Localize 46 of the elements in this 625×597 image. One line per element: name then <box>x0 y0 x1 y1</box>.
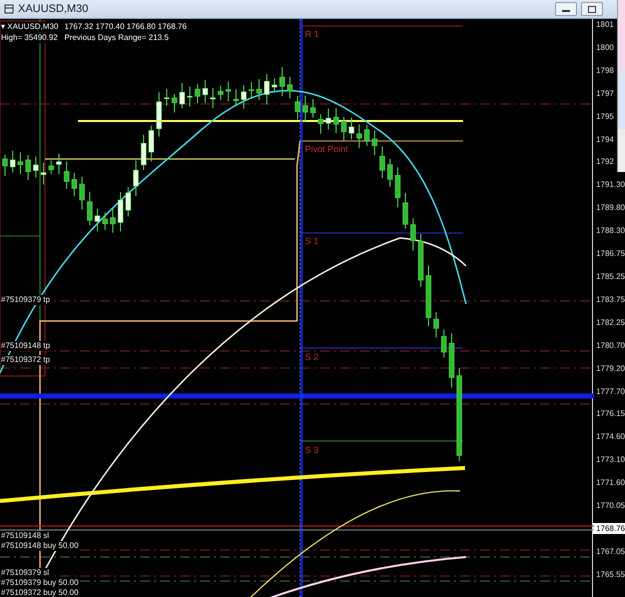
price-axis-label: 1801 <box>595 19 615 30</box>
pivot-level-label: S 1 <box>305 236 319 246</box>
pivot-level-label: S 2 <box>305 352 319 362</box>
price-axis-label: 1776.15 <box>595 408 625 420</box>
pivot-level-label: Pivot Point <box>305 144 348 154</box>
price-axis-label: 1798 <box>595 64 615 76</box>
price-axis-label: 1783.75 <box>595 294 625 305</box>
price-axis-label: 1777.70 <box>595 386 625 396</box>
price-axis-label: 1773.10 <box>595 454 625 466</box>
price-axis-label: 1767.05 <box>595 546 625 557</box>
price-axis-label: 1800 <box>595 42 615 53</box>
price-axis-label: 1791.30 <box>595 179 625 190</box>
order-label: #75109372 tp <box>1 355 50 365</box>
minimize-button[interactable] <box>555 2 577 16</box>
price-axis-label: 1780.70 <box>595 340 625 351</box>
ohlc-values: 1767.32 1770.40 1766.80 1768.76 <box>64 22 187 32</box>
order-label: #75109379 sl <box>1 568 50 578</box>
chart-window-icon <box>4 4 14 14</box>
maximize-button[interactable] <box>581 2 603 16</box>
order-label: #75109148 sl <box>1 531 50 541</box>
price-axis-label: 1797 <box>595 88 615 99</box>
price-axis-label: 1795 <box>595 110 615 122</box>
price-axis-label: 1785.25 <box>595 270 625 282</box>
price-axis-label: 1794 <box>595 134 615 145</box>
maximize-icon <box>588 6 596 12</box>
price-axis-label: 1792 <box>595 156 615 168</box>
price-axis-label: 1786.75 <box>595 248 625 260</box>
price-axis-label: 1774.60 <box>595 431 625 442</box>
price-axis-label: 1771.60 <box>595 477 625 488</box>
order-label: #75109379 buy 50.00 <box>1 578 78 588</box>
order-label: #75109372 buy 50.00 <box>1 588 78 597</box>
high-value: High= 35490.92 <box>1 33 58 43</box>
price-axis-label: 1779.20 <box>595 362 625 374</box>
price-axis-label: 1788.30 <box>595 225 625 236</box>
pivot-level-label: S 3 <box>305 445 319 455</box>
window-title: XAUUSD,M30 <box>18 3 88 15</box>
pivot-level-label: R 1 <box>305 29 320 39</box>
order-label: #75109148 buy 50.00 <box>1 541 78 551</box>
price-axis-label: 1782.25 <box>595 316 625 328</box>
current-price-tag: 1768.76 <box>593 522 625 534</box>
price-axis-label: 1789.80 <box>595 202 625 214</box>
price-axis-label: 1770.05 <box>595 500 625 512</box>
order-label: #75109148 tp <box>1 341 50 351</box>
chart-symbol-label: ▾ XAUUSD,M30 <box>1 22 58 32</box>
price-axis-label: 1765.55 <box>595 568 625 580</box>
order-label: #75109379 tp <box>1 295 50 305</box>
